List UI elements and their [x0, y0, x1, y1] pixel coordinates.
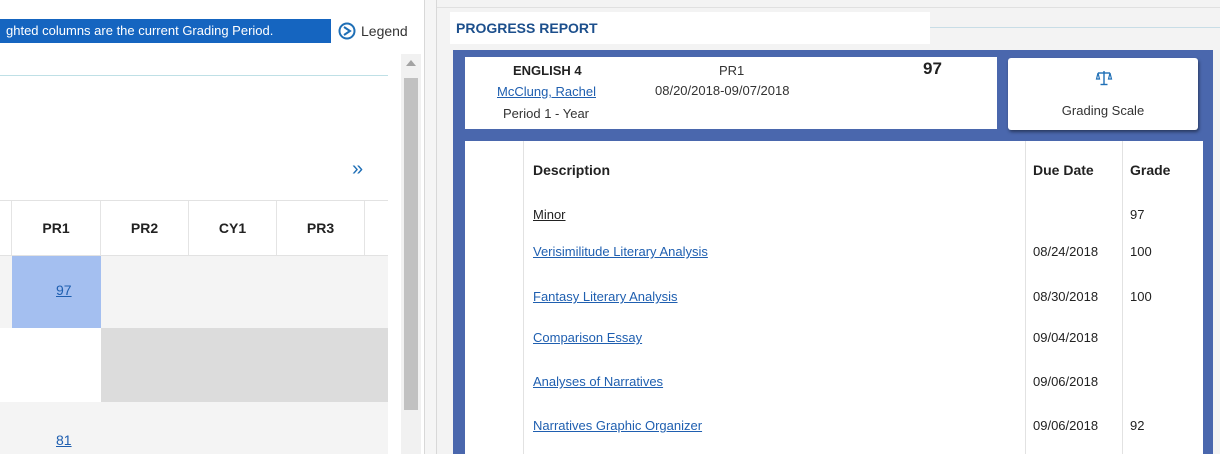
progress-report-pane: PROGRESS REPORT ENGLISH 4 McClung, Rache…	[437, 0, 1220, 454]
period-label: Period 1 - Year	[503, 106, 590, 121]
course-name: ENGLISH 4	[513, 63, 582, 78]
vertical-scrollbar[interactable]	[401, 54, 421, 454]
legend-icon[interactable]	[337, 21, 357, 41]
teacher-link[interactable]: McClung, Rachel	[497, 84, 596, 99]
grade-link[interactable]: 81	[56, 432, 72, 448]
due-date: 08/30/2018	[1033, 289, 1099, 304]
term-dates: 08/20/2018-09/07/2018	[655, 83, 790, 98]
column-header-pr2[interactable]: PR2	[101, 201, 189, 255]
scroll-thumb[interactable]	[404, 78, 418, 410]
due-date: 09/06/2018	[1033, 374, 1099, 389]
pane-splitter[interactable]	[424, 0, 437, 454]
grading-scale-button[interactable]: Grading Scale	[1008, 58, 1198, 130]
grade-cell-shaded	[101, 328, 388, 402]
assignment-link[interactable]: Comparison Essay	[533, 330, 642, 345]
legend-link[interactable]: Legend	[361, 21, 408, 41]
course-summary: ENGLISH 4 McClung, Rachel Period 1 - Yea…	[465, 57, 997, 129]
assignment-grade: 92	[1130, 418, 1145, 433]
due-date: 09/06/2018	[1033, 418, 1099, 433]
assignment-grade: 100	[1130, 244, 1152, 259]
grading-scale-label: Grading Scale	[1061, 103, 1145, 118]
scroll-up-icon[interactable]	[406, 60, 416, 66]
assignment-link[interactable]: Narratives Graphic Organizer	[533, 418, 702, 433]
column-header-grade[interactable]: Grade	[1130, 141, 1170, 199]
assignment-row: Narratives Graphic Organizer 09/06/2018 …	[465, 418, 1203, 438]
assignment-link[interactable]: Verisimilitude Literary Analysis	[533, 244, 708, 259]
assignment-row: Fantasy Literary Analysis 08/30/2018 100	[465, 289, 1203, 309]
column-header-pr3[interactable]: PR3	[277, 201, 365, 255]
divider	[437, 7, 1220, 8]
grade-row	[0, 328, 388, 402]
column-header-pr1[interactable]: PR1	[12, 201, 101, 255]
term-grade: 97	[923, 59, 942, 78]
due-date: 08/24/2018	[1033, 244, 1099, 259]
category-link[interactable]: Minor	[533, 207, 566, 222]
grade-grid: 97 81	[0, 256, 388, 454]
report-header: PROGRESS REPORT	[450, 12, 930, 44]
divider	[0, 75, 388, 76]
assignment-row: Analyses of Narratives 09/06/2018	[465, 374, 1203, 394]
assignment-grade: 97	[1130, 207, 1145, 222]
grading-period-headers: PR1 PR2 CY1 PR3	[0, 200, 388, 256]
term-label: PR1	[719, 63, 745, 78]
assignment-link[interactable]: Analyses of Narratives	[533, 374, 663, 389]
column-header-due-date[interactable]: Due Date	[1033, 141, 1094, 199]
due-date: 09/04/2018	[1033, 330, 1099, 345]
grade-cell: 81	[12, 402, 101, 454]
next-periods-icon[interactable]: »	[352, 158, 363, 181]
grade-row: 81	[0, 402, 388, 454]
assignment-grade: 100	[1130, 289, 1152, 304]
assignments-table: Description Due Date Grade Minor 97 Veri…	[465, 141, 1203, 454]
highlight-note: ghted columns are the current Grading Pe…	[0, 19, 331, 43]
assignment-row: Minor 97	[465, 207, 1203, 227]
divider	[930, 27, 1220, 28]
assignment-link[interactable]: Fantasy Literary Analysis	[533, 289, 678, 304]
column-header-description[interactable]: Description	[533, 141, 610, 199]
grade-row: 97	[0, 256, 388, 328]
current-period-cell: 97	[12, 256, 101, 328]
grades-pane: ghted columns are the current Grading Pe…	[0, 0, 424, 454]
balance-scale-icon	[1095, 71, 1113, 86]
column-header-spacer	[0, 201, 12, 255]
page-title: PROGRESS REPORT	[456, 20, 598, 36]
assignment-row: Verisimilitude Literary Analysis 08/24/2…	[465, 244, 1203, 264]
column-header-cy1[interactable]: CY1	[189, 201, 277, 255]
grade-link[interactable]: 97	[56, 282, 72, 298]
assignment-row: Comparison Essay 09/04/2018	[465, 330, 1203, 350]
